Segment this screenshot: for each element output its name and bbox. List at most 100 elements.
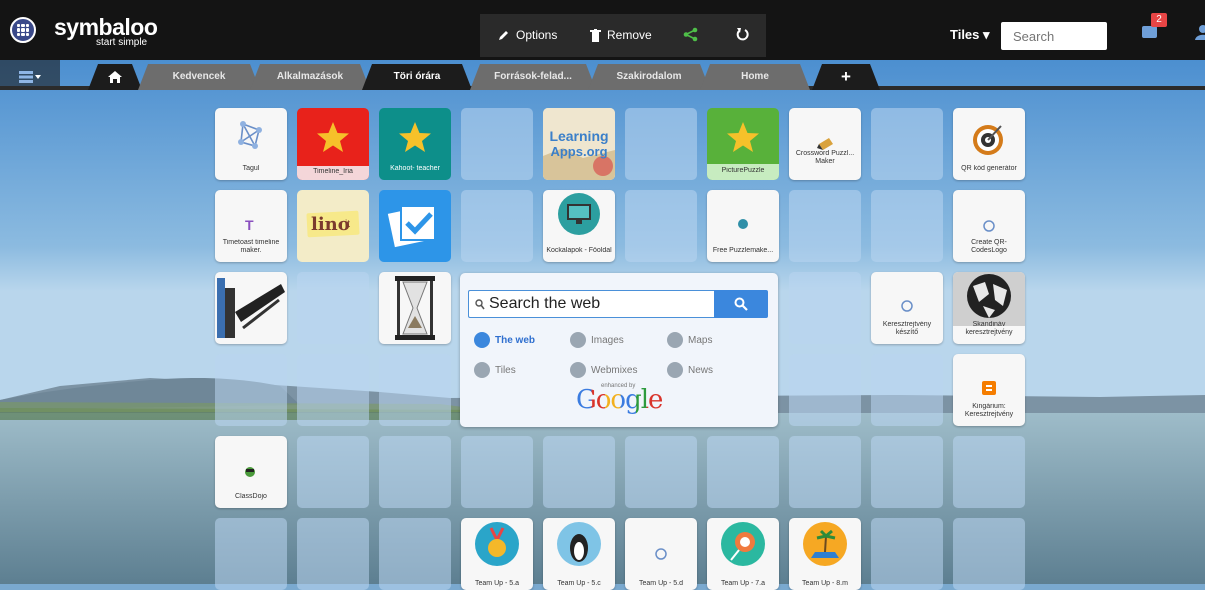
tab-tori-orara[interactable]: Töri órára	[372, 63, 462, 90]
empty-tile[interactable]	[707, 436, 779, 508]
svg-text:T: T	[245, 217, 254, 233]
empty-tile[interactable]	[871, 108, 943, 180]
web-search-input[interactable]: Search the web	[468, 290, 724, 318]
refresh-button[interactable]	[735, 27, 750, 42]
tab-kedvencek[interactable]: Kedvencek	[148, 63, 250, 90]
options-button[interactable]: Options	[498, 28, 557, 42]
empty-tile[interactable]	[297, 354, 369, 426]
add-tab-button[interactable]: +	[822, 63, 870, 90]
empty-tile[interactable]	[625, 190, 697, 262]
home-icon	[108, 70, 122, 83]
tile-label: Kockalapok - Főoldal	[546, 247, 612, 254]
empty-tile[interactable]	[871, 190, 943, 262]
edit-toolbar: Options Remove	[480, 14, 766, 57]
option-label: News	[688, 364, 714, 376]
empty-tile[interactable]	[789, 190, 861, 262]
notification-badge: 2	[1151, 13, 1167, 27]
tile-kingarium-keresztrejtveny[interactable]: Kingárium: Keresztrejtvény	[953, 354, 1025, 426]
tile-timetoast[interactable]: T Timetoast timeline maker.	[215, 190, 287, 262]
option-images[interactable]: Images	[570, 332, 624, 348]
empty-tile[interactable]	[953, 436, 1025, 508]
web-search-button[interactable]	[714, 290, 768, 318]
empty-tile[interactable]	[215, 354, 287, 426]
tile-ski-jump[interactable]	[215, 272, 287, 344]
empty-tile[interactable]	[379, 436, 451, 508]
empty-tile[interactable]	[461, 190, 533, 262]
empty-tile[interactable]	[297, 436, 369, 508]
search-icon	[475, 299, 485, 310]
option-news[interactable]: News	[667, 362, 713, 378]
symbaloo-logo-icon[interactable]	[10, 17, 36, 43]
trash-icon	[590, 28, 601, 42]
option-the-web[interactable]: The web	[474, 332, 535, 348]
tile-picturepuzzle[interactable]: PicturePuzzle	[707, 108, 779, 180]
empty-tile[interactable]	[871, 436, 943, 508]
tile-kahoot-teacher[interactable]: Kahoot- teacher	[379, 108, 451, 180]
tab-home[interactable]: Home	[710, 63, 800, 90]
tile-lino-it[interactable]: lino it	[297, 190, 369, 262]
tile-team-up-7a[interactable]: Team Up - 7.a	[707, 518, 779, 590]
tile-hourglass[interactable]	[379, 272, 451, 344]
brand-tagline: start simple	[96, 37, 148, 48]
tile-label: Kahoot- teacher	[390, 165, 440, 172]
empty-tile[interactable]	[379, 354, 451, 426]
camera-icon	[570, 332, 586, 348]
tab-szakirodalom[interactable]: Szakirodalom	[598, 63, 700, 90]
tile-tagul[interactable]: Tagul	[215, 108, 287, 180]
list-view-button[interactable]	[0, 63, 60, 90]
empty-tile[interactable]	[297, 272, 369, 344]
tile-keresztrejtveny-keszito[interactable]: Keresztrejtvény készítő	[871, 272, 943, 344]
pencil-icon	[817, 138, 833, 150]
tile-team-up-5c[interactable]: Team Up - 5.c	[543, 518, 615, 590]
remove-button[interactable]: Remove	[590, 28, 652, 42]
empty-tile[interactable]	[461, 108, 533, 180]
empty-tile[interactable]	[789, 354, 861, 426]
tile-kockalapok[interactable]: Kockalapok - Főoldal	[543, 190, 615, 262]
tile-create-qr-codes-logo[interactable]: Create QR-CodesLogo	[953, 190, 1025, 262]
tile-classdojo[interactable]: ClassDojo	[215, 436, 287, 508]
tile-timeline-iria[interactable]: Timeline_Iria	[297, 108, 369, 180]
link-icon	[474, 362, 490, 378]
search-icon	[734, 297, 748, 311]
checkmark-icon	[387, 205, 436, 248]
option-webmixes[interactable]: Webmixes	[570, 362, 638, 378]
tile-label: QR kód generátor	[961, 165, 1017, 172]
empty-tile[interactable]	[789, 272, 861, 344]
tile-learningapps[interactable]: Learning Apps.org	[543, 108, 615, 180]
empty-tile[interactable]	[379, 518, 451, 590]
search-icon	[474, 332, 490, 348]
tile-skandinav-keresztrejtveny[interactable]: Skandináv keresztrejtvény	[953, 272, 1025, 344]
option-tiles[interactable]: Tiles	[474, 362, 516, 378]
tile-team-up-5d[interactable]: Team Up - 5.d	[625, 518, 697, 590]
empty-tile[interactable]	[625, 108, 697, 180]
user-icon[interactable]	[1194, 24, 1205, 40]
tile-label: Timetoast timeline maker.	[222, 239, 280, 254]
share-button[interactable]	[683, 27, 698, 42]
option-maps[interactable]: Maps	[667, 332, 712, 348]
empty-tile[interactable]	[543, 436, 615, 508]
empty-tile[interactable]	[871, 518, 943, 590]
tiles-dropdown[interactable]: Tiles ▾	[950, 27, 990, 43]
search-input[interactable]	[1001, 22, 1107, 50]
tile-free-puzzlemaker[interactable]: Free Puzzlemake...	[707, 190, 779, 262]
tile-label: Skandináv keresztrejtvény	[965, 321, 1013, 336]
tile-label: Tagul	[242, 165, 260, 172]
empty-tile[interactable]	[461, 436, 533, 508]
tab-forrasok[interactable]: Források-felad...	[480, 63, 586, 90]
empty-tile[interactable]	[953, 518, 1025, 590]
tile-crossword-puzzle-maker[interactable]: Crossword Puzzl... Maker	[789, 108, 861, 180]
empty-tile[interactable]	[789, 436, 861, 508]
tile-team-up-5a[interactable]: Team Up - 5.a	[461, 518, 533, 590]
tile-text: lino	[311, 214, 350, 235]
mail-icon[interactable]	[1142, 26, 1157, 38]
tile-label: Team Up - 8.m	[802, 580, 848, 587]
tile-checklist-app[interactable]	[379, 190, 451, 262]
empty-tile[interactable]	[625, 436, 697, 508]
empty-tile[interactable]	[871, 354, 943, 426]
tile-qr-kod-generator[interactable]: QR kód generátor	[953, 108, 1025, 180]
tab-alkalmazasok[interactable]: Alkalmazások	[260, 63, 360, 90]
home-tab[interactable]	[98, 63, 132, 90]
empty-tile[interactable]	[297, 518, 369, 590]
empty-tile[interactable]	[215, 518, 287, 590]
tile-team-up-8m[interactable]: Team Up - 8.m	[789, 518, 861, 590]
